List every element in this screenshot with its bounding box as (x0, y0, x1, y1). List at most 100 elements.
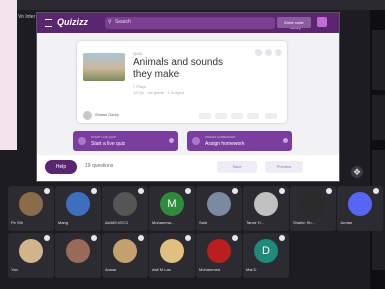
participant-name: &#465;VEC1 (105, 220, 129, 225)
arrow-icon (283, 138, 288, 143)
assign-homework-button[interactable]: ASSIGN HOMEWORK Assign homework (187, 131, 292, 151)
participant-avatar (348, 192, 372, 216)
mic-muted-icon (138, 188, 144, 194)
participant-tile[interactable]: Mohammed (196, 233, 242, 278)
share-button[interactable] (231, 113, 243, 119)
mic-muted-icon (44, 235, 50, 241)
participant-avatar (301, 192, 325, 216)
quiz-thumbnail (83, 53, 125, 81)
share-icon[interactable] (255, 49, 262, 56)
question-count: 19 questions (85, 163, 114, 169)
participant-tile[interactable]: Shahin Sh... (290, 186, 336, 231)
menu-icon[interactable] (45, 19, 52, 27)
mic-muted-icon (91, 188, 97, 194)
save-button[interactable]: Save (217, 161, 257, 173)
mic-muted-icon (232, 235, 238, 241)
participant-tile[interactable]: Said (196, 186, 242, 231)
participant-tile[interactable]: Tanvir H... (243, 186, 289, 231)
start-live-quiz-button[interactable]: START LIVE QUIZ Start a live quiz (73, 131, 178, 151)
preview-button[interactable]: Preview (265, 161, 303, 173)
participant-avatar (66, 239, 90, 263)
participant-name: Said (199, 220, 208, 225)
participant-name: Asif M Las (152, 267, 171, 272)
mic-muted-icon (279, 235, 285, 241)
more-button[interactable] (265, 113, 277, 119)
live-quiz-sub: START LIVE QUIZ (91, 135, 116, 139)
like-icon[interactable] (265, 49, 272, 56)
participant-avatar (66, 192, 90, 216)
participant-tile[interactable]: D Mai D (243, 233, 289, 278)
shared-screen: Quizizz ⚲ Search Quizizz library Enter c… (36, 12, 340, 182)
mic-muted-icon (185, 188, 191, 194)
mic-muted-icon (326, 188, 332, 194)
quiz-meta: 19 Qs · 1st grade · 1 Subject (133, 90, 185, 95)
mic-muted-icon (44, 188, 50, 194)
search-input[interactable]: ⚲ Search Quizizz library (105, 17, 303, 30)
author-avatar (83, 111, 92, 120)
participant-avatar (113, 239, 137, 263)
participant-tile[interactable]: Yan (8, 233, 54, 278)
homework-sub: ASSIGN HOMEWORK (205, 135, 236, 139)
quizizz-logo[interactable]: Quizizz (57, 17, 88, 27)
participant-tile[interactable]: Pe Sth (8, 186, 54, 231)
participant-name: Jordan (340, 220, 353, 225)
participant-name: Mohammed (199, 267, 221, 272)
participant-avatar (19, 192, 43, 216)
participant-avatar (207, 192, 231, 216)
play-icon (78, 137, 86, 145)
help-button[interactable]: Help (45, 160, 77, 174)
participant-name: Yan (11, 267, 18, 272)
participant-tile[interactable]: Mang (55, 186, 101, 231)
user-avatar[interactable] (317, 17, 327, 27)
mic-muted-icon (185, 235, 191, 241)
search-placeholder: Search (115, 19, 131, 25)
mic-muted-icon (279, 188, 285, 194)
participant-tile[interactable]: Anwar (102, 233, 148, 278)
quizizz-header: Quizizz ⚲ Search Quizizz library Enter c… (37, 13, 339, 33)
participant-name: Shahin Sh... (293, 220, 315, 225)
participant-name: Mang (58, 220, 69, 225)
expand-icon[interactable]: ❖ (351, 166, 363, 178)
participant-avatar (19, 239, 43, 263)
top-bar (0, 0, 385, 10)
arrow-icon (169, 138, 174, 143)
mic-muted-icon (91, 235, 97, 241)
participant-tile[interactable]: &#465;VEC1 (102, 186, 148, 231)
participant-name: Muhamma... (152, 220, 175, 225)
enter-code-button[interactable]: Enter code (277, 17, 311, 28)
bottom-bar: Help 19 questions Save Preview (37, 155, 339, 181)
participant-avatar (254, 192, 278, 216)
participant-avatar (207, 239, 231, 263)
live-quiz-label: Start a live quiz (91, 141, 126, 147)
search-icon: ⚲ (108, 19, 112, 25)
participant-tile[interactable] (55, 233, 101, 278)
more-icon[interactable] (275, 49, 282, 56)
left-panel (0, 0, 17, 150)
right-tile-2[interactable] (372, 95, 385, 140)
homework-icon (192, 137, 200, 145)
copy-icon[interactable] (215, 113, 227, 119)
homework-label: Assign homework (205, 141, 245, 147)
participant-name: Pe Sth (11, 220, 24, 225)
participant-name: Tanvir H... (246, 220, 265, 225)
quiz-card: QUIZ Animals and sounds they make 7 Play… (77, 41, 287, 123)
participant-name: Anwar (105, 267, 117, 272)
participant-name: Mai D (246, 267, 257, 272)
help-label: Help (55, 164, 67, 170)
participant-tile[interactable]: Jordan (337, 186, 383, 231)
participant-tile[interactable]: Asif M Las (149, 233, 195, 278)
participant-tile[interactable]: M Muhamma... (149, 186, 195, 231)
mic-muted-icon (138, 235, 144, 241)
participant-avatar (160, 239, 184, 263)
mic-muted-icon (373, 188, 379, 194)
author-name[interactable]: Shawn Darby (95, 112, 119, 117)
quiz-type-label: QUIZ (133, 51, 143, 56)
edit-button[interactable] (247, 113, 259, 119)
save-icon[interactable] (199, 113, 211, 119)
mic-muted-icon (232, 188, 238, 194)
right-tile-1[interactable] (372, 30, 385, 90)
participant-avatar: D (254, 239, 278, 263)
participant-avatar (113, 192, 137, 216)
participant-avatar: M (160, 192, 184, 216)
quiz-title: Animals and sounds they make (133, 57, 224, 80)
